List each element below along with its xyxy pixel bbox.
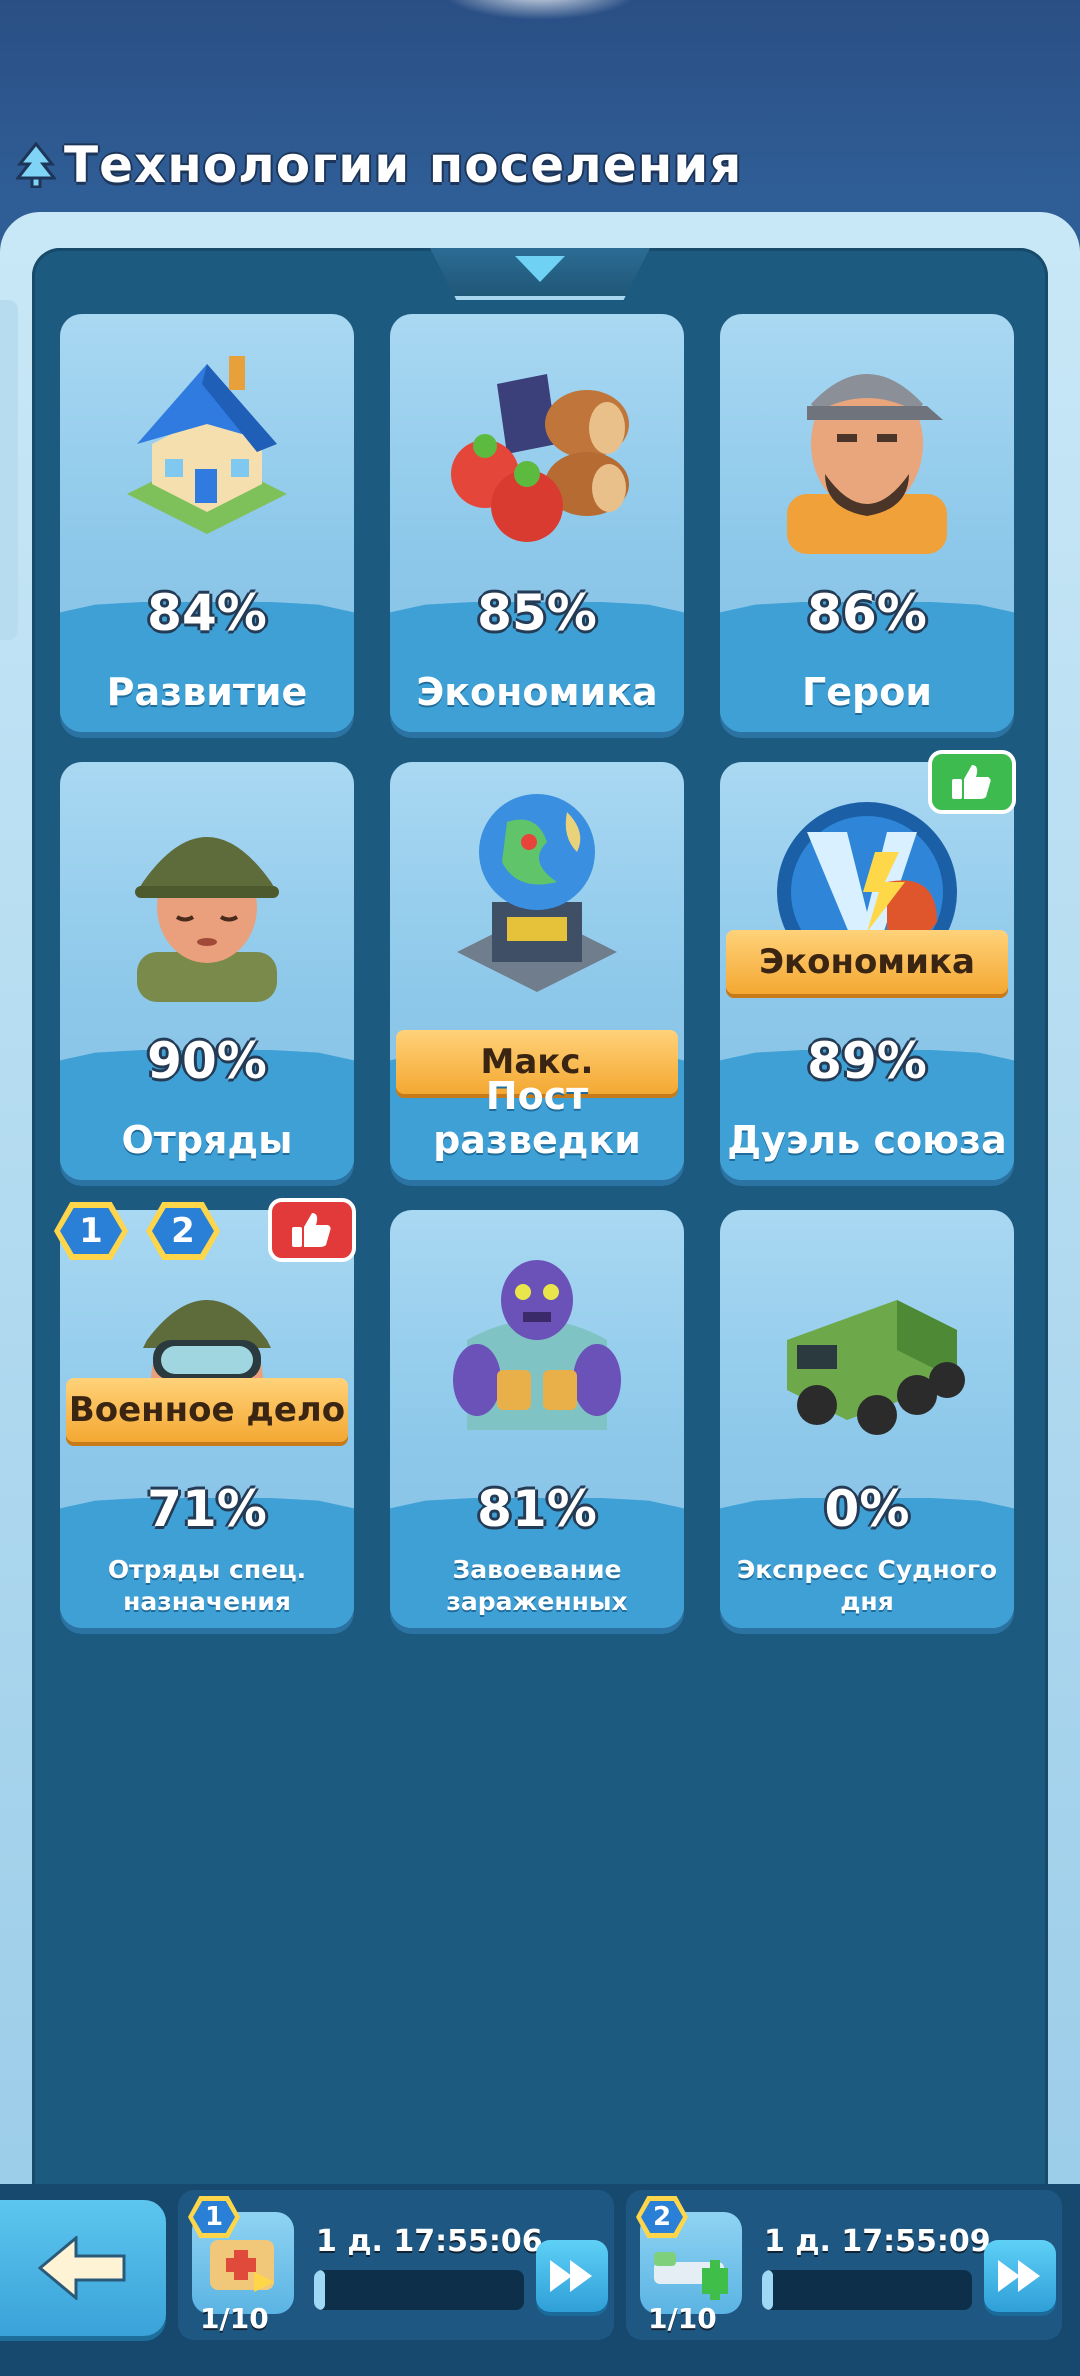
speed-up-button[interactable]: [536, 2240, 608, 2312]
thumbs-up-badge: [928, 750, 1016, 814]
card-label: Пост разведки: [433, 1074, 641, 1162]
back-arrow-icon: [38, 2236, 126, 2300]
queue-count: 1/10: [648, 2302, 717, 2335]
queue-progress: [314, 2270, 524, 2310]
queue-timer: 1 д. 17:55:06: [316, 2224, 543, 2259]
speed-up-button[interactable]: [984, 2240, 1056, 2312]
back-button[interactable]: [0, 2200, 166, 2336]
card-label: Экспресс Судного дня: [736, 1555, 998, 1616]
soldier-helmet-icon: [135, 837, 279, 1002]
house-icon: [127, 356, 287, 534]
card-label: Развитие: [106, 670, 308, 714]
tech-card-infected-conquest[interactable]: 81% Завоевание зараженных: [390, 1210, 684, 1628]
hero-portrait-icon: [787, 374, 947, 554]
tech-card-alliance-duel[interactable]: Экономика 89% Дуэль союза: [720, 750, 1016, 1180]
header: Технологии поселения: [16, 130, 742, 200]
card-label: Экономика: [416, 670, 658, 714]
tech-card-doomsday-express[interactable]: 0% Экспресс Судного дня: [720, 1210, 1014, 1628]
card-label: Отряды: [121, 1118, 293, 1162]
tech-card-recon-post[interactable]: Макс. Пост разведки: [390, 762, 684, 1180]
fast-forward-icon: [550, 2260, 592, 2292]
card-percent: 71%: [147, 1480, 267, 1538]
radar-globe-icon: [457, 794, 617, 992]
thumbs-up-badge: [268, 1198, 356, 1262]
zombie-icon: [453, 1260, 621, 1430]
armored-truck-icon: [787, 1300, 965, 1435]
sky-glow: [440, 0, 640, 20]
card-label: Дуэль союза: [727, 1118, 1007, 1162]
tech-card-special-forces[interactable]: 1 2 Военное дело 71% Отряды спец. назнач…: [54, 1198, 356, 1628]
side-handle: [0, 300, 18, 640]
research-queue-2[interactable]: 2 1/10 1 д. 17:55:09: [626, 2190, 1062, 2340]
queue-timer: 1 д. 17:55:09: [764, 2224, 991, 2259]
tech-card-heroes[interactable]: 86% Герои: [720, 314, 1014, 732]
thumbs-up-icon: [952, 765, 991, 799]
card-percent: 89%: [807, 1032, 927, 1090]
resources-icon: [451, 374, 629, 542]
queue-count: 1/10: [200, 2302, 269, 2335]
tree-icon: [16, 142, 56, 188]
queue-progress: [762, 2270, 972, 2310]
card-percent: 85%: [477, 584, 597, 642]
category-ribbon: Военное дело: [66, 1378, 348, 1442]
tech-card-economy[interactable]: 85% Экономика: [390, 314, 684, 732]
card-percent: 86%: [807, 584, 927, 642]
category-ribbon: Экономика: [726, 930, 1008, 994]
thumbs-up-icon: [292, 1213, 331, 1247]
card-percent: 81%: [477, 1480, 597, 1538]
card-label: Завоевание зараженных: [446, 1555, 628, 1616]
fast-forward-icon: [998, 2260, 1040, 2292]
card-percent: 84%: [147, 584, 267, 642]
chevron-down-icon: [515, 256, 565, 282]
card-percent: 0%: [824, 1480, 910, 1538]
tech-card-troops[interactable]: 90% Отряды: [60, 762, 354, 1180]
card-label: Герои: [802, 670, 932, 714]
research-queue-1[interactable]: 1 1/10 1 д. 17:55:06: [178, 2190, 614, 2340]
tech-card-development[interactable]: 84% Развитие: [60, 314, 354, 732]
card-percent: 90%: [147, 1032, 267, 1090]
page-title: Технологии поселения: [64, 136, 743, 194]
card-label: Отряды спец. назначения: [107, 1555, 307, 1616]
